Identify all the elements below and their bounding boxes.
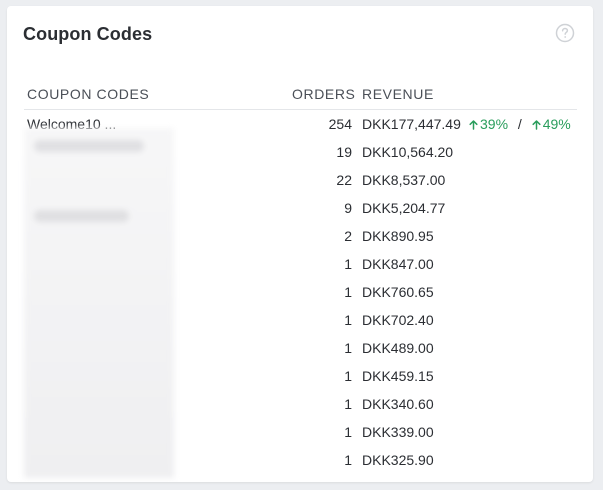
revenue-cell: DKK339.00 [362,424,434,440]
orders-cell: 22 [336,172,352,188]
revenue-change-value: 49% [542,116,571,132]
orders-cell: 9 [344,200,352,216]
revenue-cell: DKK760.65 [362,284,434,300]
revenue-cell: DKK340.60 [362,396,434,412]
arrow-up-icon [532,120,541,130]
table-header: COUPON CODES ORDERS REVENUE [24,84,577,110]
revenue-cell: DKK10,564.20 [362,144,454,160]
orders-cell: 1 [344,368,352,384]
orders-cell: 1 [344,340,352,356]
change-indicators: 39% / 49% [469,116,571,132]
orders-change-value: 39% [480,116,509,132]
redaction-blur [24,128,174,478]
change-separator: / [517,116,522,132]
arrow-up-icon [469,120,478,130]
orders-cell: 1 [344,424,352,440]
card-title: Coupon Codes [23,24,153,44]
orders-cell: 1 [344,312,352,328]
orders-cell: 2 [344,228,352,244]
orders-change: 39% [469,116,512,132]
orders-cell: 1 [344,284,352,300]
question-circle-icon[interactable] [555,23,575,43]
revenue-cell: DKK459.15 [362,368,434,384]
orders-cell: 1 [344,452,352,468]
revenue-cell: DKK5,204.77 [362,200,446,216]
revenue-cell: DKK847.00 [362,256,434,272]
orders-cell: 254 [328,116,352,132]
revenue-cell: DKK890.95 [362,228,434,244]
revenue-cell: DKK702.40 [362,312,434,328]
orders-cell: 1 [344,396,352,412]
revenue-change: 49% [532,116,571,132]
column-header-orders: ORDERS [292,86,356,102]
orders-cell: 19 [336,144,352,160]
coupon-codes-card: Coupon Codes COUPON CODES ORDERS REVENUE… [7,6,593,482]
column-header-coupon-codes: COUPON CODES [27,86,150,102]
revenue-cell: DKK325.90 [362,452,434,468]
revenue-cell: DKK8,537.00 [362,172,446,188]
column-header-revenue: REVENUE [362,86,434,102]
revenue-cell: DKK489.00 [362,340,434,356]
orders-cell: 1 [344,256,352,272]
revenue-cell: DKK177,447.49 [362,116,461,132]
